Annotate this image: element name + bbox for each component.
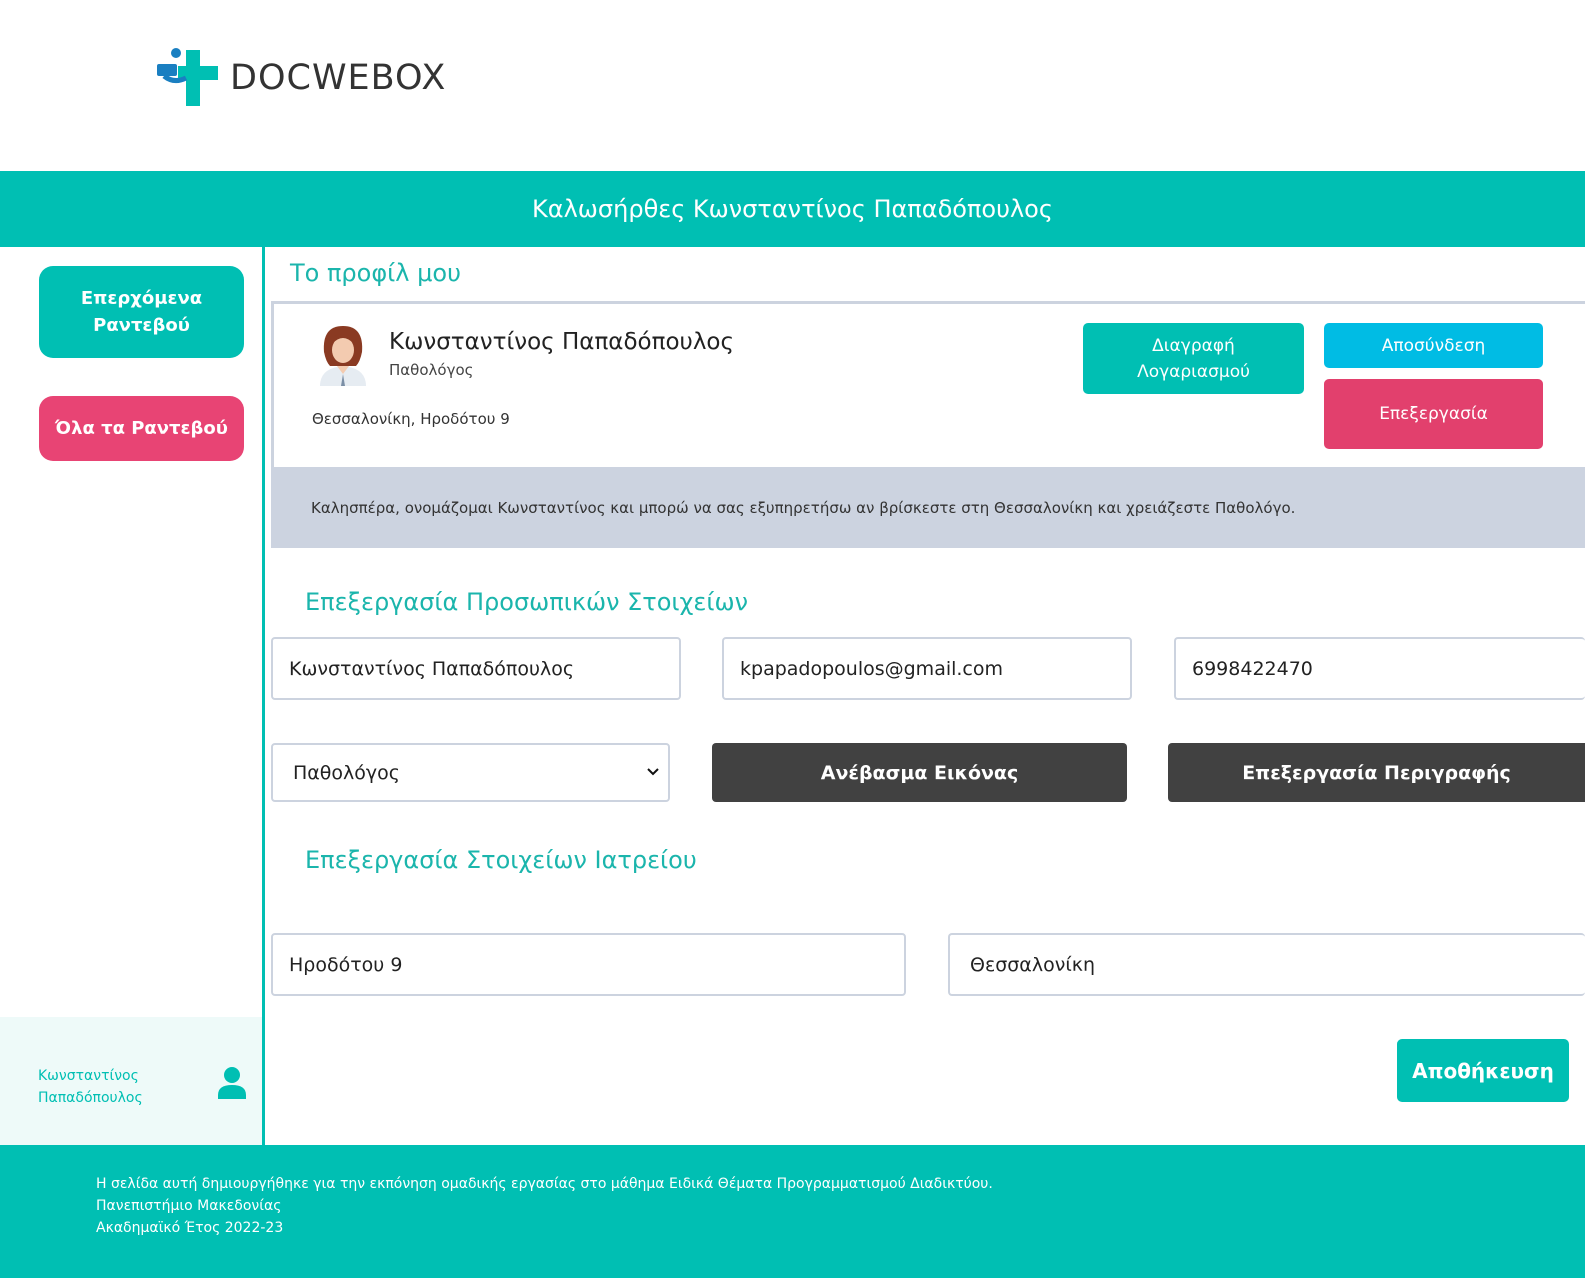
upcoming-appointments-button[interactable]: Επερχόμενα Ραντεβού bbox=[39, 266, 244, 358]
street-field[interactable]: Ηροδότου 9 bbox=[271, 933, 906, 996]
footer-line-course: Η σελίδα αυτή δημιουργήθηκε για την εκπό… bbox=[96, 1176, 993, 1192]
brand-logo[interactable]: DOCWEBOX bbox=[156, 46, 446, 110]
brand-name: DOCWEBOX bbox=[230, 58, 447, 98]
specialty-select-value: Παθολόγος bbox=[293, 761, 400, 784]
upload-image-button[interactable]: Ανέβασμα Εικόνας bbox=[712, 743, 1127, 802]
all-appointments-button[interactable]: Όλα τα Ραντεβού bbox=[39, 396, 244, 461]
welcome-text: Καλωσήρθες Κωνσταντίνος Παπαδόπουλος bbox=[532, 195, 1053, 223]
welcome-bar: Καλωσήρθες Κωνσταντίνος Παπαδόπουλος bbox=[0, 171, 1585, 247]
user-icon[interactable] bbox=[216, 1065, 248, 1099]
sidebar-divider bbox=[262, 247, 265, 1145]
edit-profile-button[interactable]: Επεξεργασία bbox=[1324, 379, 1543, 449]
profile-description-box: Καλησπέρα, ονομάζομαι Κωνσταντίνος και μ… bbox=[271, 467, 1585, 548]
personal-section-title: Επεξεργασία Προσωπικών Στοιχείων bbox=[305, 588, 748, 616]
chevron-down-icon bbox=[647, 767, 659, 775]
delete-account-button[interactable]: Διαγραφή Λογαριασμού bbox=[1083, 323, 1304, 394]
footer-line-year: Ακαδημαϊκό Έτος 2022-23 bbox=[96, 1220, 284, 1236]
save-button[interactable]: Αποθήκευση bbox=[1397, 1039, 1569, 1102]
clinic-section-title: Επεξεργασία Στοιχείων Ιατρείου bbox=[305, 846, 697, 874]
specialty-select[interactable]: Παθολόγος bbox=[271, 743, 670, 802]
profile-section-title: Το προφίλ μου bbox=[290, 259, 461, 287]
profile-description: Καλησπέρα, ονομάζομαι Κωνσταντίνος και μ… bbox=[311, 499, 1296, 517]
footer: Η σελίδα αυτή δημιουργήθηκε για την εκπό… bbox=[0, 1145, 1585, 1278]
profile-specialty: Παθολόγος bbox=[389, 361, 474, 379]
sidebar-user-panel: Κωνσταντίνος Παπαδόπουλος bbox=[0, 1017, 262, 1145]
doctor-avatar-icon bbox=[320, 326, 366, 386]
phone-field[interactable]: 6998422470 bbox=[1174, 637, 1585, 700]
email-field[interactable]: kpapadopoulos@gmail.com bbox=[722, 637, 1132, 700]
profile-name: Κωνσταντίνος Παπαδόπουλος bbox=[389, 329, 734, 355]
footer-line-university: Πανεπιστήμιο Μακεδονίας bbox=[96, 1198, 282, 1214]
sidebar bbox=[0, 247, 262, 1145]
city-select-value: Θεσσαλονίκη bbox=[970, 953, 1095, 976]
docwebox-logo-icon bbox=[157, 48, 218, 106]
name-field[interactable]: Κωνσταντίνος Παπαδόπουλος bbox=[271, 637, 681, 700]
edit-description-button[interactable]: Επεξεργασία Περιγραφής bbox=[1168, 743, 1585, 802]
profile-card: Κωνσταντίνος Παπαδόπουλος Παθολόγος Θεσσ… bbox=[271, 301, 1585, 467]
logout-button[interactable]: Αποσύνδεση bbox=[1324, 323, 1543, 368]
city-select[interactable]: Θεσσαλονίκη bbox=[948, 933, 1585, 996]
profile-address: Θεσσαλονίκη, Ηροδότου 9 bbox=[312, 410, 510, 428]
sidebar-user-name[interactable]: Κωνσταντίνος Παπαδόπουλος bbox=[38, 1065, 178, 1109]
